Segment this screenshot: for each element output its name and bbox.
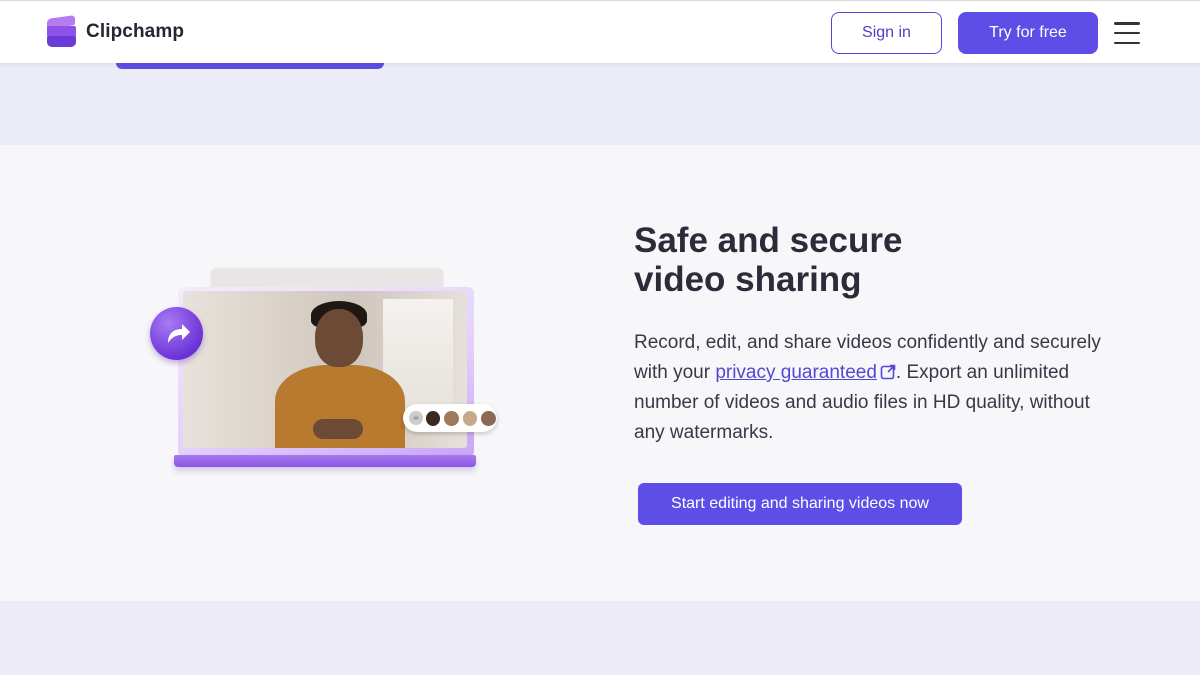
avatar xyxy=(461,409,479,427)
start-editing-sharing-button[interactable]: Start editing and sharing videos now xyxy=(638,483,962,525)
try-for-free-button[interactable]: Try for free xyxy=(958,12,1098,54)
previous-section-button[interactable] xyxy=(116,63,384,69)
top-navigation-bar: Clipchamp Sign in Try for free xyxy=(0,0,1200,63)
laptop-base xyxy=(174,455,476,467)
brand-name: Clipchamp xyxy=(86,21,185,42)
share-arrow-icon xyxy=(150,307,203,360)
video-sharing-illustration: ∞ xyxy=(148,265,508,480)
participant-avatars: ∞ xyxy=(403,404,497,432)
section-description: Record, edit, and share videos confident… xyxy=(634,332,1101,443)
next-section xyxy=(0,601,1200,675)
section-title: Safe and secure video sharing xyxy=(634,221,903,299)
privacy-guaranteed-link[interactable]: privacy guaranteed xyxy=(715,362,877,383)
previous-section xyxy=(0,63,1200,145)
hamburger-menu-icon[interactable] xyxy=(1114,22,1144,44)
link-icon: ∞ xyxy=(409,411,423,425)
avatar xyxy=(424,409,442,427)
avatar xyxy=(443,409,460,427)
avatar xyxy=(480,409,497,427)
clipchamp-logo[interactable]: Clipchamp xyxy=(46,15,185,47)
clipchamp-logo-icon xyxy=(46,15,77,47)
external-link-icon xyxy=(880,364,896,380)
sign-in-button[interactable]: Sign in xyxy=(831,12,942,54)
